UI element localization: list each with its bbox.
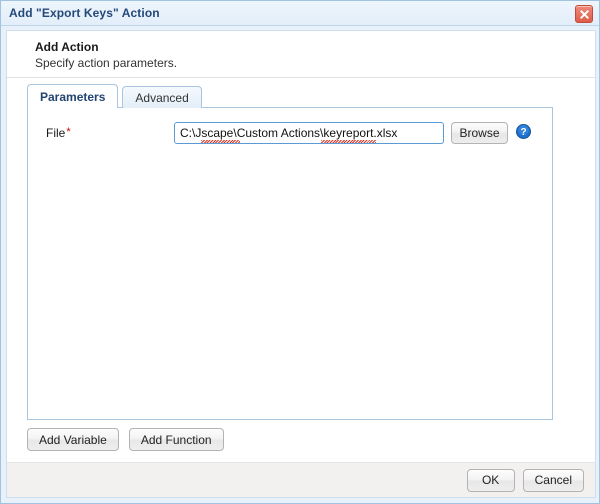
tab-parameters[interactable]: Parameters <box>27 84 119 109</box>
close-icon[interactable] <box>575 5 593 23</box>
file-path-input[interactable] <box>174 122 444 144</box>
file-form-row: File* Browse ? <box>28 121 552 147</box>
page-title: Add Action <box>35 40 99 54</box>
file-label: File* <box>46 126 71 140</box>
dialog-content-panel: Add Action Specify action parameters. Pa… <box>6 30 596 462</box>
dialog-footer: OK Cancel <box>6 462 596 498</box>
dialog-header: Add Action Specify action parameters. <box>7 31 595 78</box>
required-asterisk: * <box>66 126 71 138</box>
page-subtitle: Specify action parameters. <box>35 56 178 70</box>
title-bar: Add "Export Keys" Action <box>1 1 599 26</box>
cancel-button[interactable]: Cancel <box>522 468 584 492</box>
parameters-panel: File* Browse ? <box>27 107 553 420</box>
dialog-window: Add "Export Keys" Action Add Action Spec… <box>0 0 600 504</box>
browse-button[interactable]: Browse <box>451 122 508 144</box>
tab-advanced-label: Advanced <box>135 90 189 105</box>
tab-advanced[interactable]: Advanced <box>122 86 202 108</box>
svg-text:?: ? <box>520 127 526 138</box>
tab-strip: Parameters Advanced <box>27 84 206 109</box>
window-title: Add "Export Keys" Action <box>9 6 160 20</box>
help-circle-icon[interactable]: ? <box>516 124 531 139</box>
add-function-button[interactable]: Add Function <box>128 428 224 451</box>
add-variable-button[interactable]: Add Variable <box>27 428 119 451</box>
variable-function-button-group: Add Variable Add Function <box>27 428 234 451</box>
file-label-text: File <box>46 126 66 140</box>
tab-parameters-label: Parameters <box>40 89 106 104</box>
ok-button[interactable]: OK <box>466 468 515 492</box>
